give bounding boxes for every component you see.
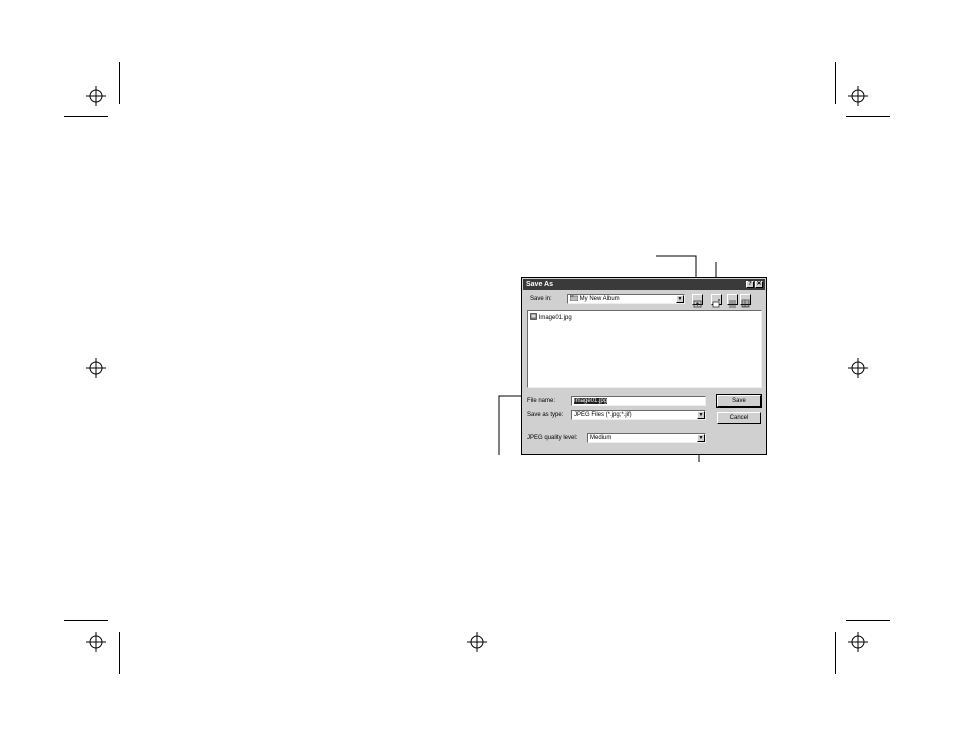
jpeg-file-icon: [530, 313, 537, 320]
registration-mark-mr-icon: [848, 358, 868, 378]
folder-icon: [569, 295, 579, 302]
jpeg-quality-dropdown[interactable]: Medium ▼: [587, 433, 706, 443]
save-in-dropdown[interactable]: My New Album ▼: [567, 294, 685, 304]
up-one-level-button[interactable]: [692, 294, 703, 308]
chevron-down-icon: ▼: [698, 435, 704, 441]
save-in-label: Save in:: [530, 296, 552, 302]
save-as-type-label: Save as type:: [527, 412, 564, 418]
list-item[interactable]: Image01.jpg: [530, 313, 572, 321]
crop-mark-tl-horizontal: [64, 116, 108, 117]
up-one-level-icon: [693, 300, 702, 308]
save-in-value: My New Album: [579, 296, 620, 302]
chevron-down-icon: ▼: [677, 296, 683, 302]
create-new-folder-icon: [712, 299, 720, 308]
file-list[interactable]: Image01.jpg: [527, 310, 762, 388]
crop-mark-tr-horizontal: [846, 116, 890, 117]
callout-lines: [498, 255, 717, 462]
list-view-icon: [729, 300, 736, 308]
file-name-label: File name:: [527, 398, 556, 404]
crop-mark-tl-vertical: [119, 62, 120, 104]
jpeg-quality-dropdown-arrow[interactable]: ▼: [697, 434, 705, 442]
details-view-icon: [741, 299, 750, 308]
file-name-text: Image01.jpg: [538, 315, 572, 321]
save-button[interactable]: Save: [716, 394, 762, 408]
file-name-value: Image01.jpg: [574, 398, 608, 404]
close-icon: ✕: [756, 281, 762, 287]
chevron-down-icon: ▼: [698, 412, 704, 418]
details-view-button[interactable]: [740, 294, 751, 308]
create-new-folder-button[interactable]: [711, 294, 722, 308]
registration-mark-tr-icon: [848, 86, 868, 106]
crop-mark-tr-vertical: [835, 62, 836, 104]
close-button[interactable]: ✕: [755, 281, 763, 288]
registration-mark-bc-icon: [467, 632, 487, 652]
help-button[interactable]: ?: [746, 281, 754, 288]
list-view-button[interactable]: [727, 294, 738, 308]
save-as-type-dropdown[interactable]: JPEG Files (*.jpg;*.jif) ▼: [571, 410, 706, 420]
dialog-titlebar: Save As ? ✕: [523, 279, 765, 290]
crop-mark-bl-horizontal: [64, 620, 108, 621]
jpeg-quality-label: JPEG quality level:: [527, 435, 578, 441]
crop-mark-bl-vertical: [119, 632, 120, 674]
dialog-title: Save As: [526, 281, 553, 288]
jpeg-quality-value: Medium: [590, 435, 612, 441]
help-icon: ?: [748, 281, 752, 287]
save-as-type-value: JPEG Files (*.jpg;*.jif): [574, 412, 632, 418]
file-name-input[interactable]: Image01.jpg: [571, 396, 706, 406]
save-as-dialog: Save As ? ✕ Save in: My New Album ▼ Imag…: [521, 277, 767, 455]
crop-mark-br-horizontal: [846, 620, 890, 621]
registration-mark-br-icon: [848, 632, 868, 652]
cancel-button[interactable]: Cancel: [717, 412, 761, 424]
save-as-type-dropdown-arrow[interactable]: ▼: [697, 411, 705, 419]
save-in-dropdown-arrow[interactable]: ▼: [676, 295, 684, 303]
registration-mark-bl-icon: [86, 632, 106, 652]
registration-mark-tl-icon: [86, 86, 106, 106]
registration-mark-ml-icon: [86, 358, 106, 378]
crop-mark-br-vertical: [835, 632, 836, 674]
